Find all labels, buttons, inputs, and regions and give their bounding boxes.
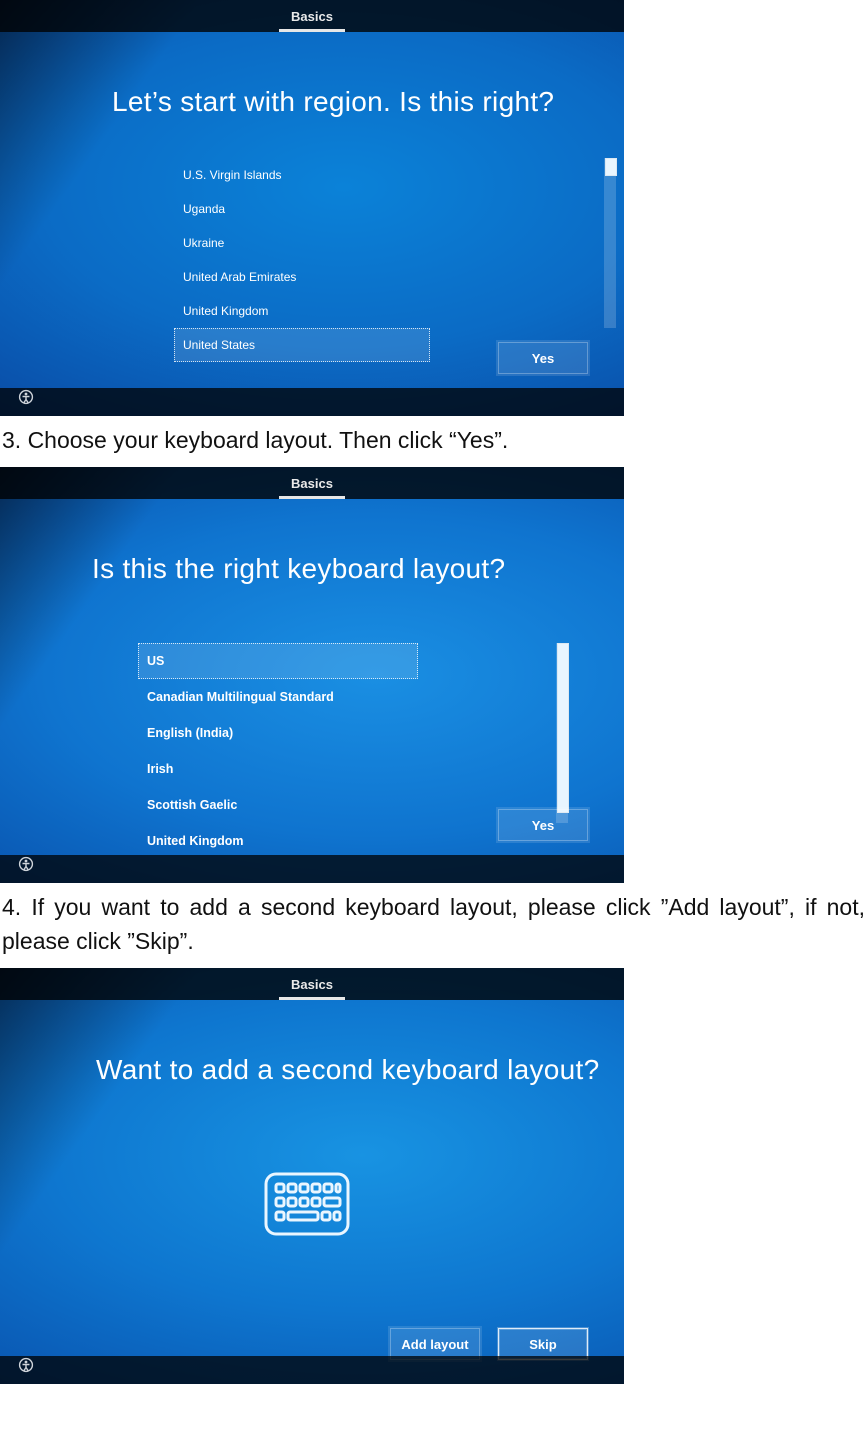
second-layout-heading: Want to add a second keyboard layout? [96, 1054, 600, 1086]
region-item[interactable]: United Kingdom [174, 294, 430, 328]
screenshot-region: Basics Let’s start with region. Is this … [0, 0, 624, 416]
instruction-step-4: 4. If you want to add a second keyboard … [2, 891, 865, 958]
document-page: Basics Let’s start with region. Is this … [0, 0, 865, 1430]
oobe-top-bar: Basics [0, 968, 624, 1000]
oobe-bottom-bar [0, 855, 624, 883]
accessibility-icon[interactable] [18, 389, 34, 410]
oobe-top-bar: Basics [0, 0, 624, 32]
screenshot-second-layout: Basics Want to add a second keyboard lay… [0, 968, 624, 1384]
keyboard-item[interactable]: Canadian Multilingual Standard [138, 679, 418, 715]
oobe-tab-basics[interactable]: Basics [279, 3, 345, 32]
scrollbar-thumb[interactable] [557, 643, 569, 813]
region-item[interactable]: United Arab Emirates [174, 260, 430, 294]
scrollbar[interactable] [556, 643, 568, 823]
instruction-step-3: 3. Choose your keyboard layout. Then cli… [2, 424, 865, 457]
accessibility-icon[interactable] [18, 1357, 34, 1378]
region-listbox[interactable]: U.S. Virgin Islands Uganda Ukraine Unite… [174, 158, 430, 362]
oobe-bottom-bar [0, 1356, 624, 1384]
region-item-selected[interactable]: United States [174, 328, 430, 362]
scrollbar[interactable] [604, 158, 616, 328]
keyboard-item[interactable]: United Kingdom [138, 823, 418, 859]
accessibility-icon[interactable] [18, 856, 34, 877]
keyboard-listbox[interactable]: US Canadian Multilingual Standard Englis… [138, 643, 418, 859]
yes-button[interactable]: Yes [498, 809, 588, 841]
keyboard-icon [264, 1172, 350, 1236]
keyboard-heading: Is this the right keyboard layout? [92, 553, 505, 585]
screenshot-keyboard-layout: Basics Is this the right keyboard layout… [0, 467, 624, 883]
region-item[interactable]: Ukraine [174, 226, 430, 260]
keyboard-item[interactable]: English (India) [138, 715, 418, 751]
oobe-tab-basics[interactable]: Basics [279, 470, 345, 499]
oobe-tab-basics[interactable]: Basics [279, 971, 345, 1000]
keyboard-item-selected[interactable]: US [138, 643, 418, 679]
keyboard-item[interactable]: Irish [138, 751, 418, 787]
keyboard-item[interactable]: Scottish Gaelic [138, 787, 418, 823]
region-item[interactable]: U.S. Virgin Islands [174, 158, 430, 192]
scrollbar-thumb[interactable] [605, 158, 617, 176]
region-item[interactable]: Uganda [174, 192, 430, 226]
oobe-bottom-bar [0, 388, 624, 416]
region-heading: Let’s start with region. Is this right? [112, 86, 554, 118]
yes-button[interactable]: Yes [498, 342, 588, 374]
oobe-top-bar: Basics [0, 467, 624, 499]
